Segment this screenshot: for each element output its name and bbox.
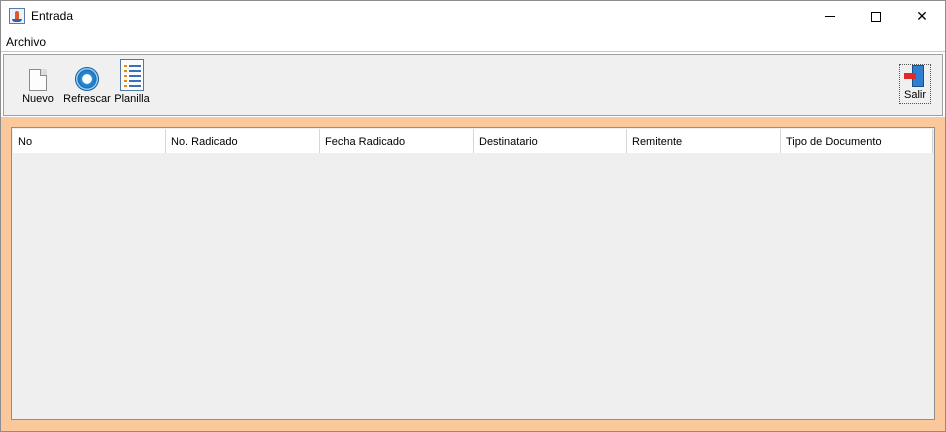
title-bar[interactable]: Entrada ✕ <box>1 1 945 32</box>
nuevo-label: Nuevo <box>22 93 54 105</box>
column-header-no-radicado[interactable]: No. Radicado <box>166 129 320 153</box>
column-header-remitente[interactable]: Remitente <box>627 129 781 153</box>
toolbar-container: Nuevo Refrescar Planilla Salir <box>1 51 945 117</box>
planilla-button[interactable]: Planilla <box>114 55 150 115</box>
refrescar-button[interactable]: Refrescar <box>61 55 113 115</box>
nuevo-button[interactable]: Nuevo <box>18 55 58 115</box>
minimize-icon <box>825 16 835 17</box>
column-header-tipo-documento[interactable]: Tipo de Documento <box>781 129 933 153</box>
java-app-icon <box>9 8 25 24</box>
new-document-icon <box>29 69 47 91</box>
close-button[interactable]: ✕ <box>899 1 945 32</box>
salir-label: Salir <box>903 89 926 101</box>
column-header-destinatario[interactable]: Destinatario <box>474 129 627 153</box>
menu-archivo[interactable]: Archivo <box>6 35 46 49</box>
content-area: No No. Radicado Fecha Radicado Destinata… <box>1 117 945 431</box>
refresh-icon <box>75 67 99 91</box>
column-header-fecha-radicado[interactable]: Fecha Radicado <box>320 129 474 153</box>
salir-button[interactable]: Salir <box>899 64 931 104</box>
window-title: Entrada <box>31 9 74 23</box>
exit-door-icon <box>904 65 926 87</box>
toolbar: Nuevo Refrescar Planilla Salir <box>3 54 943 116</box>
documents-table[interactable]: No No. Radicado Fecha Radicado Destinata… <box>11 127 935 420</box>
minimize-button[interactable] <box>807 1 853 32</box>
close-icon: ✕ <box>916 8 928 25</box>
refrescar-label: Refrescar <box>63 93 111 105</box>
list-document-icon <box>120 59 144 91</box>
maximize-icon <box>871 11 881 22</box>
planilla-label: Planilla <box>114 93 150 105</box>
menu-bar: Archivo <box>1 32 945 51</box>
app-window: Entrada ✕ Archivo Nuevo Refrescar Planil… <box>0 0 946 432</box>
maximize-button[interactable] <box>853 1 899 32</box>
table-header: No No. Radicado Fecha Radicado Destinata… <box>13 129 933 153</box>
column-header-no[interactable]: No <box>13 129 166 153</box>
